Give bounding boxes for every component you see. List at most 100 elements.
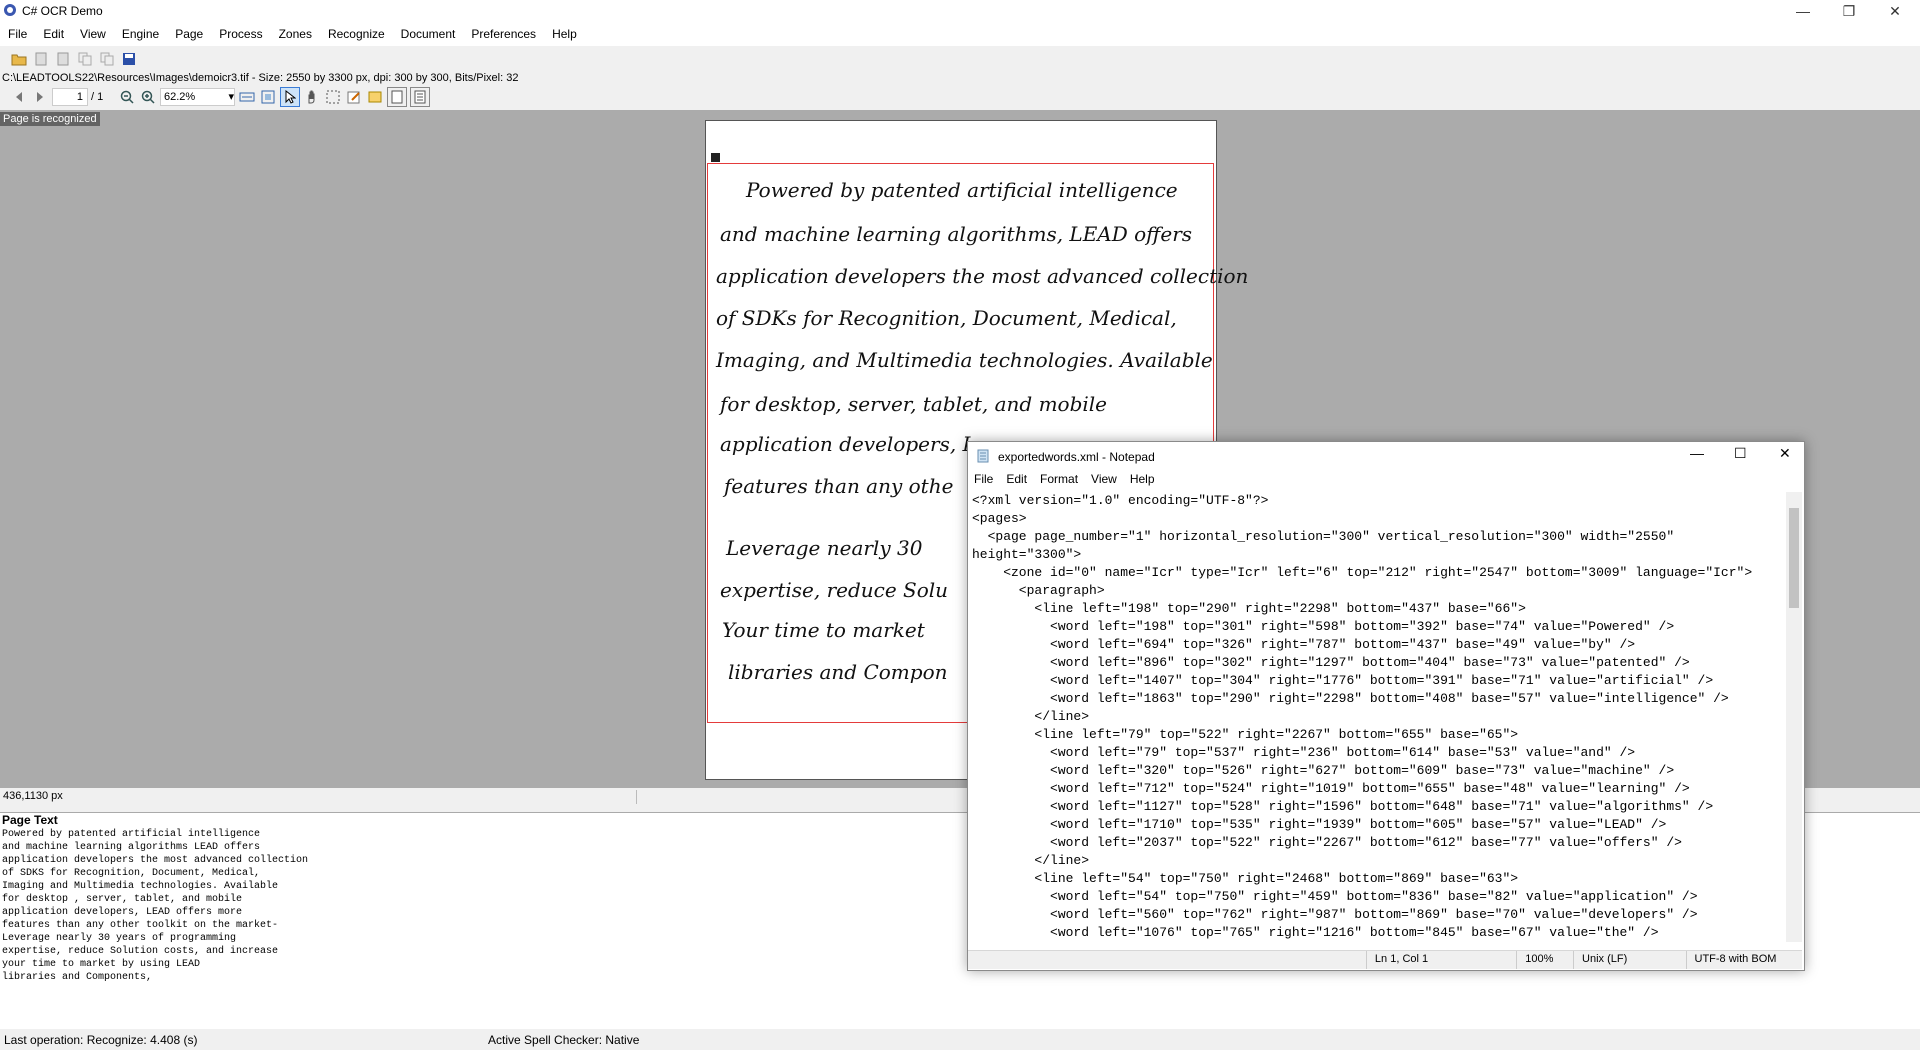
menu-bar: File Edit View Engine Page Process Zones…: [0, 22, 1920, 46]
spell-checker-status: Active Spell Checker: Native: [488, 1033, 640, 1047]
notepad-menu-edit[interactable]: Edit: [1006, 472, 1027, 492]
pan-hand-icon[interactable]: [303, 88, 321, 106]
page-icon[interactable]: [32, 50, 50, 68]
xml-line: <word left="320" top="526" right="627" b…: [972, 763, 1675, 778]
file-encoding: UTF-8 with BOM: [1685, 951, 1802, 969]
fit-page-icon[interactable]: [259, 88, 277, 106]
notepad-menu-bar: File Edit Format View Help: [974, 472, 1155, 492]
xml-line: <word left="560" top="762" right="987" b…: [972, 907, 1698, 922]
notepad-icon: [976, 449, 990, 466]
close-icon[interactable]: ✕: [1872, 0, 1918, 22]
cursor-coordinates: 436,1130 px: [3, 790, 63, 802]
page-number-input[interactable]: 1: [52, 88, 88, 106]
menu-process[interactable]: Process: [211, 22, 270, 46]
menu-document[interactable]: Document: [393, 22, 464, 46]
xml-line: <line left="54" top="750" right="2468" b…: [972, 871, 1519, 886]
notepad-menu-view[interactable]: View: [1091, 472, 1117, 492]
minimize-icon[interactable]: —: [1780, 0, 1826, 22]
page-text-line: application developers the most advanced…: [2, 855, 309, 866]
scrollbar-thumb[interactable]: [1789, 508, 1799, 608]
chevron-down-icon: ▾: [228, 91, 234, 103]
next-page-icon[interactable]: [31, 88, 49, 106]
zoom-rect-icon[interactable]: [324, 88, 342, 106]
xml-line: </line>: [972, 709, 1090, 724]
xml-line: </line>: [972, 853, 1090, 868]
show-zones-icon[interactable]: [387, 87, 407, 107]
duplicate-icon[interactable]: [98, 50, 116, 68]
image-info-line: C:\LEADTOOLS22\Resources\Images\demoicr3…: [2, 72, 519, 84]
handwriting-line: Leverage nearly 30: [726, 536, 923, 560]
notepad-window[interactable]: exportedwords.xml - Notepad — ☐ ✕ File E…: [967, 441, 1805, 971]
page-text-line: for desktop , server, tablet, and mobile: [2, 894, 243, 905]
notepad-menu-help[interactable]: Help: [1130, 472, 1155, 492]
zone-properties-icon[interactable]: [366, 88, 384, 106]
xml-line: <word left="694" top="326" right="787" b…: [972, 637, 1636, 652]
view-toolbar: 1 / 1 62.2% ▾: [0, 86, 1920, 108]
last-operation: Last operation: Recognize: 4.408 (s): [4, 1033, 198, 1047]
menu-help[interactable]: Help: [544, 22, 585, 46]
xml-line: <line left="79" top="522" right="2267" b…: [972, 727, 1519, 742]
xml-line: <word left="1407" top="304" right="1776"…: [972, 673, 1714, 688]
menu-page[interactable]: Page: [167, 22, 211, 46]
notepad-scrollbar[interactable]: [1786, 492, 1802, 942]
app-icon: [3, 3, 17, 17]
menu-view[interactable]: View: [72, 22, 114, 46]
handwriting-line: for desktop, server, tablet, and mobile: [720, 392, 1108, 416]
menu-edit[interactable]: Edit: [35, 22, 72, 46]
page-text-line: your time to market by using LEAD: [2, 959, 201, 970]
xml-line: <paragraph>: [972, 583, 1105, 598]
close-icon[interactable]: ✕: [1779, 445, 1791, 462]
page-text-line: application developers, LEAD offers more: [2, 907, 243, 918]
handwriting-line: Imaging, and Multimedia technologies. Av…: [716, 348, 1213, 372]
page-text-line: Imaging and Multimedia technologies. Ava…: [2, 881, 279, 892]
xml-line: <word left="1710" top="535" right="1939"…: [972, 817, 1667, 832]
save-icon[interactable]: [120, 50, 138, 68]
line-ending: Unix (LF): [1573, 951, 1686, 969]
zone-marker-icon[interactable]: [711, 153, 720, 162]
prev-page-icon[interactable]: [10, 88, 28, 106]
menu-recognize[interactable]: Recognize: [320, 22, 393, 46]
xml-line: <page page_number="1" horizontal_resolut…: [972, 529, 1675, 544]
fit-width-icon[interactable]: [238, 88, 256, 106]
notepad-menu-file[interactable]: File: [974, 472, 993, 492]
zoom-level: 100%: [1516, 951, 1573, 969]
handwriting-line: of SDKs for Recognition, Document, Medic…: [716, 306, 1177, 330]
xml-line: <word left="54" top="750" right="459" bo…: [972, 889, 1698, 904]
xml-line: <word left="1076" top="765" right="1216"…: [972, 925, 1659, 940]
zoom-out-icon[interactable]: [118, 88, 136, 106]
page-text-line: of SDKS for Recognition, Document, Medic…: [2, 868, 261, 879]
handwriting-line: Your time to market: [722, 618, 925, 642]
menu-zones[interactable]: Zones: [271, 22, 320, 46]
xml-line: <word left="79" top="537" right="236" bo…: [972, 745, 1636, 760]
window-title: C# OCR Demo: [22, 4, 103, 18]
xml-line: <pages>: [972, 511, 1027, 526]
menu-preferences[interactable]: Preferences: [463, 22, 544, 46]
restore-icon[interactable]: ❐: [1826, 0, 1872, 22]
pages-icon[interactable]: [54, 50, 72, 68]
xml-line: height="3300">: [972, 547, 1082, 562]
edit-zone-icon[interactable]: [345, 88, 363, 106]
title-bar: C# OCR Demo — ❐ ✕: [0, 0, 1920, 22]
minimize-icon[interactable]: —: [1690, 445, 1704, 461]
divider: [636, 790, 637, 804]
page-text-line: expertise, reduce Solution costs, and in…: [2, 946, 279, 957]
xml-line: <word left="1863" top="290" right="2298"…: [972, 691, 1729, 706]
handwriting-line: and machine learning algorithms, LEAD of…: [720, 222, 1193, 246]
handwriting-line: expertise, reduce Solu: [720, 578, 949, 602]
zoom-value: 62.2%: [164, 91, 196, 103]
menu-file[interactable]: File: [0, 22, 35, 46]
zoom-in-icon[interactable]: [139, 88, 157, 106]
notepad-text-area[interactable]: <?xml version="1.0" encoding="UTF-8"?> <p…: [968, 492, 1790, 942]
status-bar: Last operation: Recognize: 4.408 (s) Act…: [0, 1030, 1920, 1050]
page-total: / 1: [91, 91, 104, 103]
copy-icon[interactable]: [76, 50, 94, 68]
zoom-select[interactable]: 62.2% ▾: [160, 88, 235, 106]
open-folder-icon[interactable]: [10, 50, 28, 68]
pointer-icon[interactable]: [280, 87, 300, 107]
notepad-title: exportedwords.xml - Notepad: [998, 450, 1155, 464]
notepad-menu-format[interactable]: Format: [1040, 472, 1078, 492]
show-text-icon[interactable]: [410, 87, 430, 107]
menu-engine[interactable]: Engine: [114, 22, 167, 46]
maximize-icon[interactable]: ☐: [1734, 445, 1747, 462]
page-text-content[interactable]: Powered by patented artificial intellige…: [2, 828, 308, 984]
